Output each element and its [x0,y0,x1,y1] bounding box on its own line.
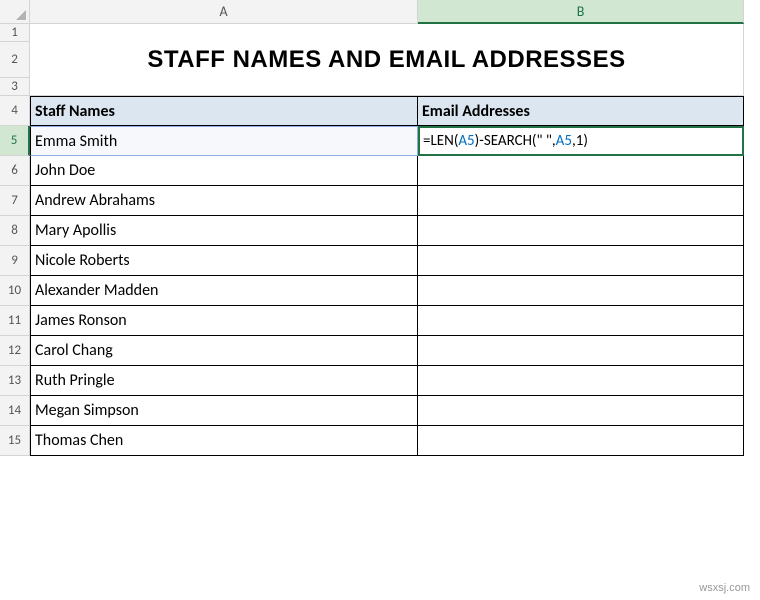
cell-A12[interactable]: Carol Chang [30,336,418,366]
data-row-9: Nicole Roberts [30,246,744,276]
data-row-12: Carol Chang [30,336,744,366]
row-header-2[interactable]: 2 [0,42,30,78]
cell-B9[interactable] [418,246,744,276]
cell-A10[interactable]: Alexander Madden [30,276,418,306]
title-row: STAFF NAMES AND EMAIL ADDRESSES [30,24,744,96]
row-header-4[interactable]: 4 [0,96,30,126]
cell-B13[interactable] [418,366,744,396]
select-all-corner[interactable] [0,0,30,24]
header-row: Staff Names Email Addresses [30,96,744,126]
row-header-8[interactable]: 8 [0,216,30,246]
row-header-7[interactable]: 7 [0,186,30,216]
data-row-7: Andrew Abrahams [30,186,744,216]
title-cell[interactable]: STAFF NAMES AND EMAIL ADDRESSES [30,24,744,96]
formula-content: =LEN(A5)-SEARCH(" ",A5,1) [423,132,588,150]
formula-ref-A5: A5 [458,132,474,150]
row-header-5[interactable]: 5 [0,126,30,156]
cell-A6[interactable]: John Doe [30,156,418,186]
row-header-15[interactable]: 15 [0,426,30,456]
formula-ref-A5b: A5 [556,132,572,150]
formula-quote: " " [536,132,551,150]
cell-B12[interactable] [418,336,744,366]
watermark: wsxsj.com [699,582,750,594]
data-row-13: Ruth Pringle [30,366,744,396]
row-header-13[interactable]: 13 [0,366,30,396]
data-row-14: Megan Simpson [30,396,744,426]
data-row-10: Alexander Madden [30,276,744,306]
data-row-15: Thomas Chen [30,426,744,456]
column-header-B[interactable]: B [418,0,744,24]
data-row-5: Emma Smith =LEN(A5)-SEARCH(" ",A5,1) [30,126,744,156]
data-row-6: John Doe [30,156,744,186]
cell-A13[interactable]: Ruth Pringle [30,366,418,396]
cell-B7[interactable] [418,186,744,216]
cell-A7[interactable]: Andrew Abrahams [30,186,418,216]
row-header-14[interactable]: 14 [0,396,30,426]
cell-A5[interactable]: Emma Smith [30,126,418,156]
row-header-10[interactable]: 10 [0,276,30,306]
header-staff-names[interactable]: Staff Names [30,96,418,126]
cell-B5-editing[interactable]: =LEN(A5)-SEARCH(" ",A5,1) [418,126,744,156]
formula-search: SEARCH [484,132,532,150]
header-email-addresses[interactable]: Email Addresses [418,96,744,126]
row-header-9[interactable]: 9 [0,246,30,276]
cell-A8[interactable]: Mary Apollis [30,216,418,246]
data-row-8: Mary Apollis [30,216,744,246]
cell-B14[interactable] [418,396,744,426]
column-headers: A B [30,0,744,24]
cell-grid: STAFF NAMES AND EMAIL ADDRESSES Staff Na… [30,24,744,456]
row-header-3[interactable]: 3 [0,78,30,96]
cell-B10[interactable] [418,276,744,306]
row-header-1[interactable]: 1 [0,24,30,42]
column-header-A[interactable]: A [30,0,418,24]
formula-close2: ) [583,132,588,150]
row-header-11[interactable]: 11 [0,306,30,336]
row-headers: 1 2 3 4 5 6 7 8 9 10 11 12 13 14 15 [0,24,30,456]
cell-A11[interactable]: James Ronson [30,306,418,336]
data-row-11: James Ronson [30,306,744,336]
cell-B11[interactable] [418,306,744,336]
row-header-12[interactable]: 12 [0,336,30,366]
cell-B8[interactable] [418,216,744,246]
cell-B6[interactable] [418,156,744,186]
row-header-6[interactable]: 6 [0,156,30,186]
cell-A15[interactable]: Thomas Chen [30,426,418,456]
cell-B15[interactable] [418,426,744,456]
formula-len: LEN [430,132,453,150]
cell-A9[interactable]: Nicole Roberts [30,246,418,276]
cell-A14[interactable]: Megan Simpson [30,396,418,426]
